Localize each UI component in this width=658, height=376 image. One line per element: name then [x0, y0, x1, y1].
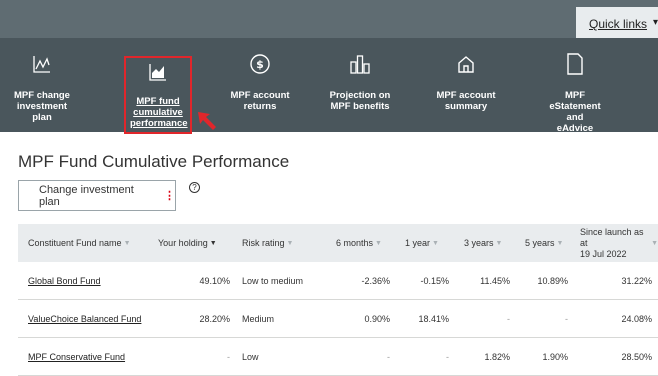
header-label: Constituent Fund name — [28, 238, 122, 248]
header-since-launch[interactable]: Since launch as at 19 Jul 2022 ▼ — [580, 224, 658, 262]
nav-item-account-summary[interactable]: MPF account summary — [430, 52, 502, 112]
nav-label-line1: MPF fund — [136, 96, 180, 107]
holding-value: 49.10% — [199, 276, 230, 286]
six-month-value: - — [387, 352, 390, 362]
header-label: Risk rating — [242, 238, 285, 248]
one-year-value: - — [446, 352, 449, 362]
area-chart-icon — [130, 60, 186, 84]
header-1-year[interactable]: 1 year ▼ — [405, 224, 439, 262]
risk-value: Low to medium — [242, 276, 304, 286]
since-launch-value: 24.08% — [621, 314, 652, 324]
nav-label-line2: eStatement and — [549, 101, 601, 123]
quick-links-button[interactable]: Quick links ▾ — [576, 7, 658, 38]
three-year-value: 1.82% — [484, 352, 510, 362]
change-plan-label: Change investment plan — [39, 183, 134, 208]
five-year-value: 10.89% — [537, 276, 568, 286]
help-icon[interactable]: ? — [189, 182, 200, 193]
header-6-months[interactable]: 6 months ▼ — [336, 224, 382, 262]
since-launch-value: 31.22% — [621, 276, 652, 286]
nav-label-line1: MPF — [564, 90, 586, 101]
sort-icon: ▼ — [209, 239, 217, 247]
six-month-value: -2.36% — [361, 276, 390, 286]
nav-label-line1: MPF account — [230, 90, 290, 101]
nav-label-line2: investment plan — [16, 101, 68, 123]
header-5-years[interactable]: 5 years ▼ — [525, 224, 563, 262]
quick-links-label: Quick links — [589, 17, 648, 31]
nav-item-fund-cumulative-performance[interactable]: MPF fund cumulative performance — [124, 56, 192, 134]
fund-name-link[interactable]: Global Bond Fund — [28, 262, 101, 300]
sort-icon: ▼ — [286, 239, 294, 247]
header-label: 6 months — [336, 238, 374, 248]
nav-label-line3: eAdvice — [556, 123, 594, 134]
six-month-value: 0.90% — [364, 314, 390, 324]
header-risk-rating[interactable]: Risk rating ▼ — [242, 224, 293, 262]
header-label-line1: Since launch as at — [580, 226, 644, 248]
fund-performance-table: Constituent Fund name ▼ Your holding ▼ Ris… — [18, 224, 658, 376]
table-row: ValueChoice Balanced Fund 28.20% Medium … — [18, 300, 658, 338]
since-launch-value: 28.50% — [621, 352, 652, 362]
nav-label-line1: MPF account — [436, 90, 496, 101]
nav-label-line3: performance — [130, 118, 188, 129]
fund-name-link[interactable]: MPF Conservative Fund — [28, 338, 125, 376]
header-label: Your holding — [158, 238, 208, 248]
top-bar: Quick links ▾ — [0, 0, 658, 38]
table-row: MPF Conservative Fund - Low - - 1.82% 1.… — [18, 338, 658, 376]
nav-item-estatement[interactable]: MPF eStatement and eAdvice — [540, 52, 610, 134]
nav-label-line2: MPF benefits — [330, 101, 390, 112]
fund-name-link[interactable]: ValueChoice Balanced Fund — [28, 300, 141, 338]
dollar-coin-icon: $ — [228, 52, 292, 76]
five-year-value: 1.90% — [542, 352, 568, 362]
svg-text:$: $ — [256, 58, 264, 71]
three-year-value: - — [507, 314, 510, 324]
header-label: 3 years — [464, 238, 494, 248]
one-year-value: 18.41% — [418, 314, 449, 324]
document-icon — [540, 52, 610, 76]
header-label: 1 year — [405, 238, 431, 248]
line-chart-icon — [10, 52, 74, 76]
sort-icon: ▼ — [556, 239, 564, 247]
header-your-holding[interactable]: Your holding ▼ — [158, 224, 217, 262]
nav-item-account-returns[interactable]: $ MPF account returns — [228, 52, 292, 112]
nav-bar: MPF change investment plan MPF fund cumu… — [0, 38, 658, 134]
header-fund-name[interactable]: Constituent Fund name ▼ — [28, 224, 131, 262]
chevron-down-icon: ▾ — [652, 17, 658, 28]
more-options-icon: ⋮ — [164, 190, 175, 202]
risk-value: Medium — [242, 314, 275, 324]
sort-icon: ▼ — [651, 239, 658, 247]
table-header: Constituent Fund name ▼ Your holding ▼ Ris… — [18, 224, 658, 262]
header-label-line2: 19 Jul 2022 — [580, 248, 627, 259]
change-investment-plan-button[interactable]: Change investment plan ⋮ — [18, 180, 176, 211]
home-icon — [430, 52, 502, 76]
risk-value: Low — [242, 352, 259, 362]
sort-icon: ▼ — [123, 239, 131, 247]
sort-icon: ▼ — [495, 239, 503, 247]
nav-item-projection-benefits[interactable]: Projection on MPF benefits — [322, 52, 398, 112]
three-year-value: 11.45% — [480, 276, 510, 286]
pointer-arrow-icon — [198, 112, 216, 130]
holding-value: - — [227, 352, 230, 362]
bar-chart-icon — [322, 52, 398, 76]
nav-label-line2: cumulative — [133, 107, 183, 118]
table-row: Global Bond Fund 49.10% Low to medium -2… — [18, 262, 658, 300]
nav-label-line2: summary — [444, 101, 488, 112]
header-label: 5 years — [525, 238, 555, 248]
nav-label-line1: Projection on — [329, 90, 391, 101]
page-title: MPF Fund Cumulative Performance — [18, 152, 290, 171]
sort-icon: ▼ — [375, 239, 382, 247]
nav-label-line2: returns — [243, 101, 277, 112]
one-year-value: -0.15% — [420, 276, 449, 286]
sort-icon: ▼ — [432, 239, 439, 247]
header-3-years[interactable]: 3 years ▼ — [464, 224, 502, 262]
holding-value: 28.20% — [199, 314, 230, 324]
five-year-value: - — [565, 314, 568, 324]
nav-item-change-investment-plan[interactable]: MPF change investment plan — [10, 52, 74, 123]
nav-label-line1: MPF change — [14, 90, 70, 101]
